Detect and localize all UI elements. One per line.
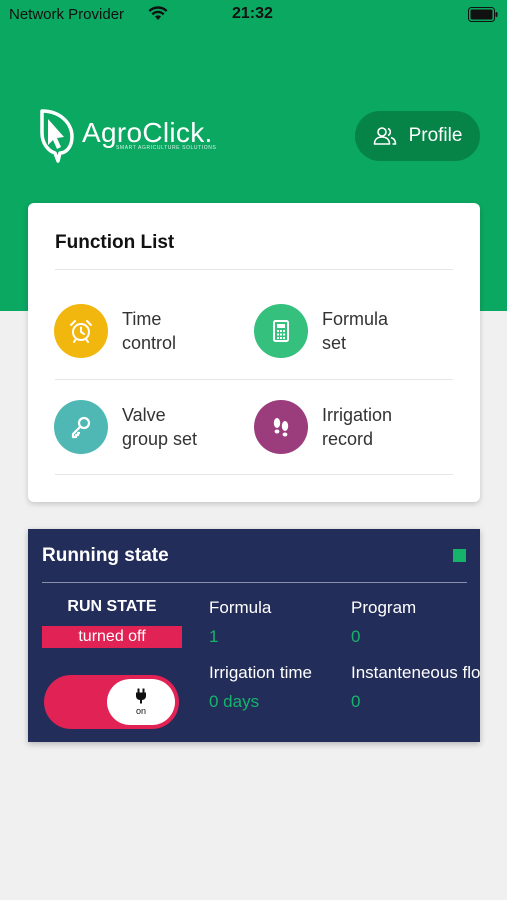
irrigation-time-label: Irrigation time: [209, 663, 312, 682]
plug-icon: [136, 688, 146, 704]
divider: [55, 269, 453, 270]
clock: 21:32: [232, 5, 273, 22]
run-toggle[interactable]: on: [44, 675, 179, 729]
instantaneous-flow-label: Instanteneous flow: [351, 663, 480, 682]
run-state-label: RUN STATE: [67, 598, 157, 615]
function-label-line1: Time: [122, 309, 162, 329]
status-indicator: [453, 549, 466, 562]
battery-icon: [468, 7, 498, 22]
divider: [55, 379, 453, 380]
function-label-line1: Formula: [322, 309, 389, 329]
toggle-knob: on: [107, 679, 175, 725]
function-formula-set[interactable]: Formula set: [254, 296, 444, 366]
divider: [42, 582, 467, 583]
key-icon: [54, 400, 108, 454]
function-label-line2: control: [122, 333, 177, 353]
function-irrigation-record[interactable]: Irrigation record: [254, 392, 444, 462]
footprints-icon: [254, 400, 308, 454]
status-bar: Network Provider 21:32: [0, 0, 507, 30]
wifi-icon: [148, 6, 168, 20]
function-list-card: Function List Time control Formula set V…: [28, 203, 480, 502]
function-list-title: Function List: [55, 232, 175, 253]
divider: [55, 474, 453, 475]
function-label-line2: set: [322, 333, 347, 353]
program-label: Program: [351, 598, 417, 617]
logo-tagline: SMART AGRICULTURE SOLUTIONS: [116, 145, 217, 151]
formula-value: 1: [209, 627, 219, 646]
instantaneous-flow-value: 0: [351, 692, 361, 711]
function-label-line2: group set: [122, 429, 198, 449]
program-value: 0: [351, 627, 361, 646]
running-state-panel: Running state RUN STATE turned off on Fo…: [28, 529, 480, 742]
irrigation-time-value: 0 days: [209, 692, 260, 711]
carrier-name: Network Provider: [9, 6, 125, 23]
function-time-control[interactable]: Time control: [54, 296, 244, 366]
formula-label: Formula: [209, 598, 272, 617]
function-label-line1: Valve: [122, 405, 166, 425]
profile-button[interactable]: Profile: [355, 111, 480, 161]
agroclick-logo: AgroClick. SMART AGRICULTURE SOLUTIONS: [38, 107, 228, 165]
calculator-icon: [254, 304, 308, 358]
users-icon: [373, 127, 396, 145]
alarm-clock-icon: [54, 304, 108, 358]
function-label-line2: record: [322, 429, 374, 449]
toggle-label: on: [135, 706, 146, 716]
function-valve-group-set[interactable]: Valve group set: [54, 392, 244, 462]
profile-label: Profile: [408, 125, 463, 146]
run-state-badge: turned off: [42, 626, 182, 648]
function-label-line1: Irrigation: [322, 405, 393, 425]
leaf-cursor-icon: [40, 109, 74, 163]
running-state-title: Running state: [42, 545, 169, 566]
